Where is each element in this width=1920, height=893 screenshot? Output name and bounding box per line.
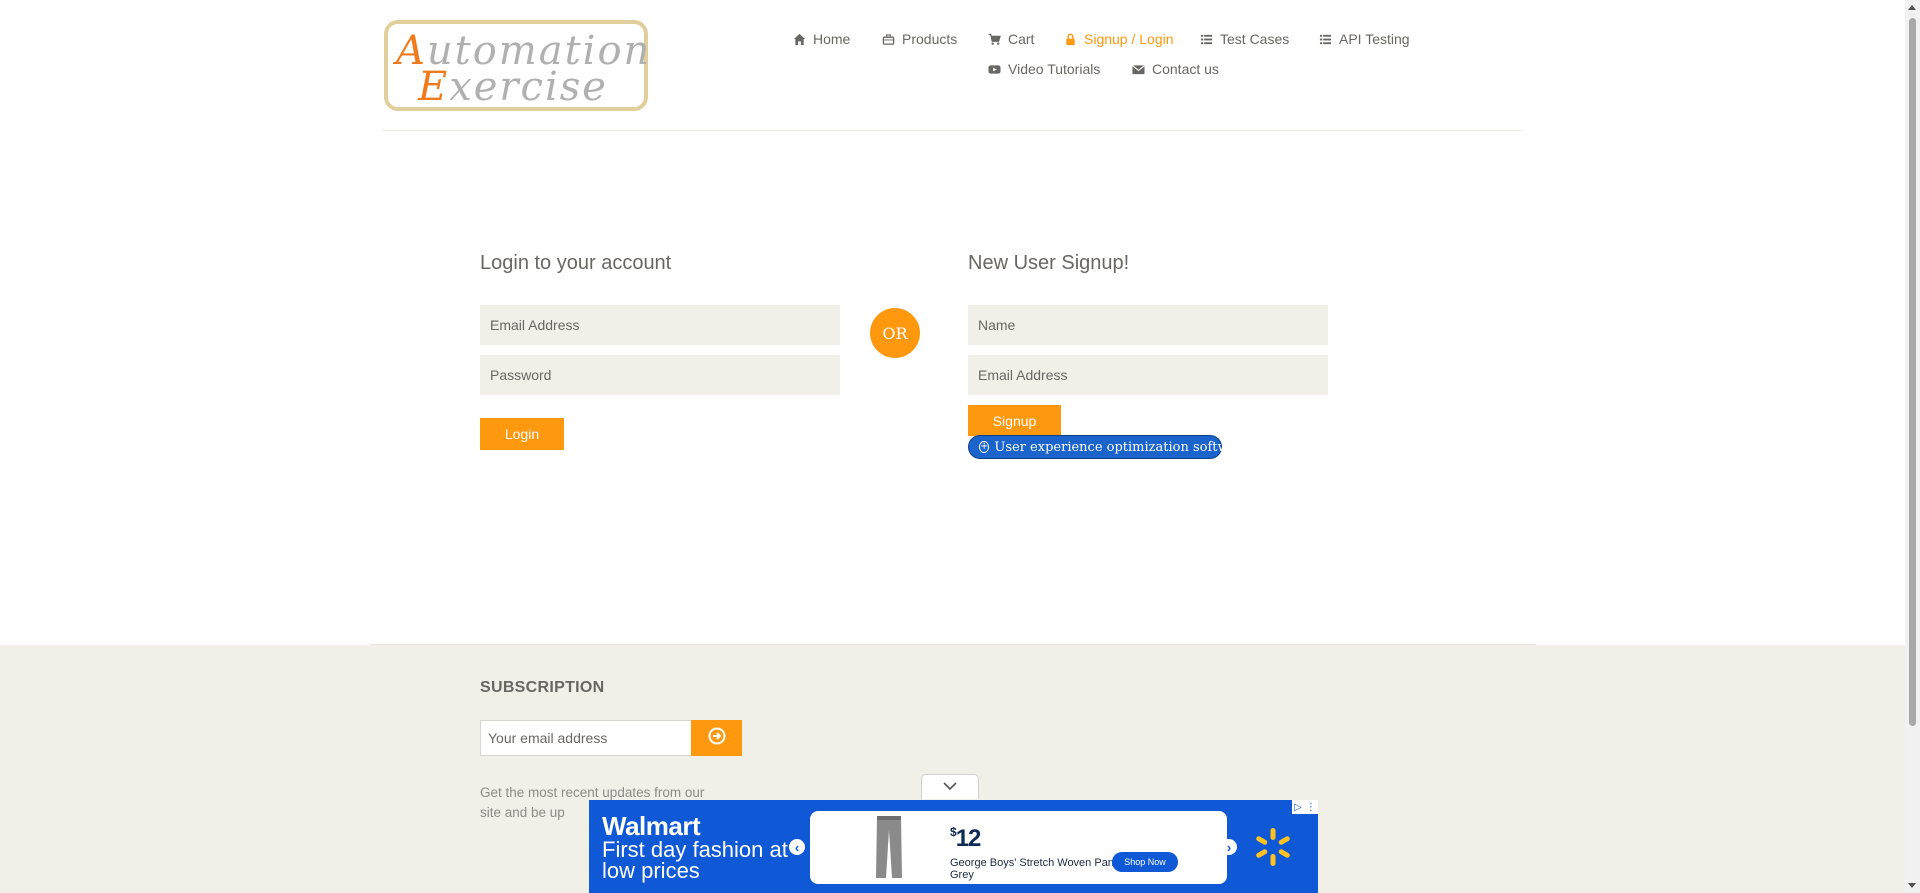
nav-home[interactable]: Home	[792, 31, 850, 47]
ad-product-name: George Boys' Stretch Woven Pant Grey	[950, 857, 1117, 881]
list-icon	[1318, 32, 1332, 46]
login-button[interactable]: Login	[480, 418, 564, 450]
or-divider: OR	[870, 308, 920, 358]
signup-button[interactable]: Signup	[968, 405, 1061, 436]
site-header: Automation Exercise Home Products Cart S…	[0, 0, 1905, 132]
footer-divider	[370, 644, 1536, 645]
ad-shop-now-button[interactable]: Shop Now	[1112, 852, 1178, 872]
walmart-spark-icon	[1256, 828, 1290, 866]
walmart-ad-banner[interactable]: Walmart First day fashion at low prices …	[589, 800, 1318, 893]
scrollbar-thumb[interactable]	[1909, 18, 1916, 726]
ad-prev-arrow[interactable]: ‹	[789, 839, 805, 855]
subscription-title: SUBSCRIPTION	[480, 679, 605, 696]
ad-choices-icon[interactable]: ▷ ⋮	[1292, 800, 1318, 814]
lock-icon	[1063, 32, 1077, 46]
envelope-icon	[1131, 62, 1145, 76]
page-scrollbar[interactable]	[1905, 0, 1920, 893]
arrow-circle-right-icon	[708, 727, 726, 750]
nav-cart[interactable]: Cart	[987, 31, 1034, 47]
briefcase-icon	[881, 32, 895, 46]
signup-email-input[interactable]: Email Address	[968, 355, 1328, 395]
chevron-down-icon	[943, 778, 957, 796]
subscribe-button[interactable]	[691, 720, 742, 756]
nav-test-cases[interactable]: Test Cases	[1199, 31, 1289, 47]
nav-products[interactable]: Products	[881, 31, 957, 47]
nav-contact-us[interactable]: Contact us	[1131, 61, 1219, 77]
ad-product-card[interactable]: $12 George Boys' Stretch Woven Pant Grey…	[810, 811, 1227, 884]
nav-signup-login[interactable]: Signup / Login	[1063, 31, 1174, 47]
ux-optimization-badge[interactable]: + User experience optimization software	[968, 435, 1250, 459]
ad-headline: First day fashion at low prices	[602, 837, 788, 883]
nav-api-testing[interactable]: API Testing	[1318, 31, 1410, 47]
login-email-input[interactable]: Email Address	[480, 305, 840, 345]
login-title: Login to your account	[480, 252, 672, 274]
signup-title: New User Signup!	[968, 252, 1130, 274]
ad-price: $12	[950, 825, 981, 852]
home-icon	[792, 32, 806, 46]
youtube-play-icon	[987, 62, 1001, 76]
plus-circle-icon: +	[979, 441, 990, 453]
login-password-input[interactable]: Password	[480, 355, 840, 395]
scroll-up-arrow-icon[interactable]	[1908, 5, 1916, 10]
ad-collapse-toggle[interactable]	[921, 774, 979, 799]
subscription-email-input[interactable]: Your email address	[480, 720, 692, 756]
signup-name-input[interactable]: Name	[968, 305, 1328, 345]
ad-next-arrow[interactable]: ›	[1221, 839, 1237, 855]
nav-video-tutorials[interactable]: Video Tutorials	[987, 61, 1100, 77]
pants-image	[876, 816, 902, 878]
site-logo[interactable]: Automation Exercise	[384, 20, 649, 111]
list-icon	[1199, 32, 1213, 46]
scroll-down-arrow-icon[interactable]	[1908, 883, 1916, 888]
header-divider	[382, 130, 1524, 131]
cart-icon	[987, 32, 1001, 46]
